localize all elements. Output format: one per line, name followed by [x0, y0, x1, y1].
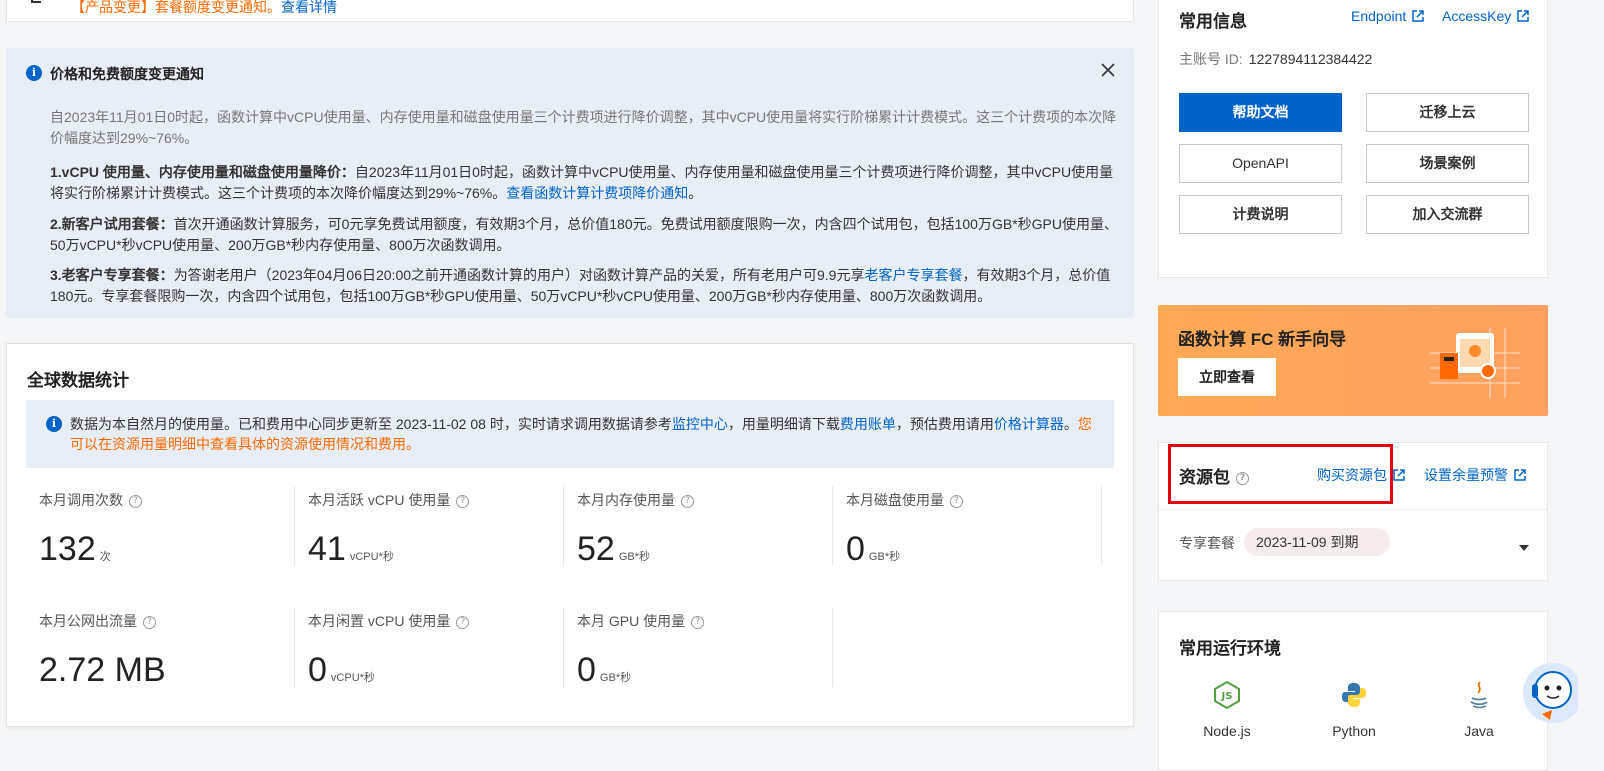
- price-calculator-link[interactable]: 价格计算器: [994, 416, 1064, 432]
- notice-intro: 自2023年11月01日0时起，函数计算中vCPU使用量、内存使用量和磁盘使用量…: [50, 109, 1117, 146]
- metric-egress: 本月公网出流量? 2.72 MB: [39, 613, 166, 689]
- runtime-java[interactable]: Java: [1439, 680, 1519, 739]
- monitor-center-link[interactable]: 监控中心: [672, 416, 728, 432]
- help-icon[interactable]: ?: [691, 615, 705, 629]
- scenario-cases-button[interactable]: 场景案例: [1366, 144, 1529, 183]
- package-label: 专享套餐: [1179, 535, 1235, 551]
- help-icon[interactable]: ?: [1236, 472, 1249, 486]
- java-icon: [1470, 681, 1488, 709]
- svg-text:JS: JS: [1221, 691, 1233, 702]
- python-icon: [1342, 683, 1366, 707]
- notice-item-1: 1.vCPU 使用量、内存使用量和磁盘使用量降价：自2023年11月01日0时起…: [50, 164, 1114, 201]
- stats-title: 全球数据统计: [27, 371, 129, 390]
- billing-link[interactable]: 费用账单: [840, 416, 896, 432]
- accesskey-link[interactable]: AccessKey: [1442, 8, 1529, 24]
- metric-active-vcpu: 本月活跃 vCPU 使用量? 41 vCPU*秒: [308, 490, 576, 570]
- runtime-card: 常用运行环境 JS Node.js Python Java: [1158, 611, 1548, 771]
- migrate-button[interactable]: 迁移上云: [1366, 93, 1529, 132]
- chevron-down-icon[interactable]: [1519, 545, 1529, 551]
- common-info-title: 常用信息: [1179, 12, 1247, 31]
- help-icon[interactable]: ?: [950, 494, 963, 508]
- help-icon[interactable]: ?: [681, 494, 694, 508]
- beginner-guide-banner: 函数计算 FC 新手向导 立即查看: [1158, 305, 1548, 416]
- help-docs-button[interactable]: 帮助文档: [1179, 93, 1342, 132]
- close-icon[interactable]: [1100, 62, 1116, 78]
- external-link-icon: [1514, 469, 1526, 481]
- product-change-card: 【产品变更】套餐额度变更通知。查看详情: [6, 0, 1134, 22]
- runtime-title: 常用运行环境: [1179, 639, 1281, 658]
- metric-invocations: 本月调用次数? 132 次: [39, 490, 307, 570]
- nodejs-icon: JS: [1214, 680, 1240, 710]
- join-group-button[interactable]: 加入交流群: [1366, 195, 1529, 234]
- global-stats-card: 全球数据统计 i 数据为本自然月的使用量。已和费用中心同步更新至 2023-11…: [6, 343, 1134, 727]
- buy-resource-pack-link[interactable]: 购买资源包: [1317, 465, 1405, 485]
- notice-icon: [31, 0, 41, 3]
- help-icon[interactable]: ?: [456, 615, 470, 629]
- resource-pack-title: 资源包?: [1179, 463, 1249, 488]
- openapi-button[interactable]: OpenAPI: [1179, 144, 1342, 183]
- set-balance-alert-link[interactable]: 设置余量预警: [1424, 465, 1526, 485]
- external-link-icon: [1517, 10, 1529, 22]
- guide-illustration-icon: [1430, 328, 1520, 398]
- help-icon[interactable]: ?: [456, 494, 470, 508]
- runtime-python[interactable]: Python: [1314, 680, 1394, 739]
- price-notice: i 价格和免费额度变更通知 自2023年11月01日0时起，函数计算中vCPU使…: [6, 48, 1134, 318]
- external-link-icon: [1412, 10, 1425, 22]
- stats-info-text: 数据为本自然月的使用量。已和费用中心同步更新至 2023-11-02 08 时，…: [70, 416, 1092, 452]
- external-link-icon: [1393, 469, 1405, 481]
- endpoint-link[interactable]: Endpoint: [1351, 8, 1425, 24]
- resource-pack-card: 资源包? 购买资源包 设置余量预警 专享套餐 2023-11-09 到期: [1158, 442, 1548, 581]
- stats-info-bar: i 数据为本自然月的使用量。已和费用中心同步更新至 2023-11-02 08 …: [26, 400, 1114, 468]
- info-icon: i: [46, 416, 62, 432]
- notice-item-3: 3.老客户专享套餐：为答谢老用户（2023年04月06日20:00之前开通函数计…: [50, 267, 1111, 304]
- notice-title: 价格和免费额度变更通知: [50, 66, 204, 82]
- metric-memory: 本月内存使用量? 52 GB*秒: [577, 490, 845, 570]
- common-info-card: 常用信息 Endpoint AccessKey 主账号 ID: 122789411…: [1158, 0, 1548, 278]
- metric-disk: 本月磁盘使用量? 0 GB*秒: [846, 490, 1114, 570]
- help-icon[interactable]: ?: [129, 494, 142, 508]
- notice-item-2: 2.新客户试用套餐：首次开通函数计算服务，可0元享免费试用额度，有效期3个月，总…: [50, 216, 1118, 253]
- billing-info-button[interactable]: 计费说明: [1179, 195, 1342, 234]
- view-details-link[interactable]: 查看详情: [281, 0, 337, 15]
- info-icon: i: [26, 65, 42, 81]
- product-change-text: 【产品变更】套餐额度变更通知。查看详情: [71, 0, 337, 15]
- guide-title: 函数计算 FC 新手向导: [1178, 330, 1347, 349]
- runtime-nodejs[interactable]: JS Node.js: [1187, 680, 1267, 739]
- expire-badge: 2023-11-09 到期: [1244, 528, 1390, 556]
- price-cut-notice-link[interactable]: 查看函数计算计费项降价通知: [506, 185, 688, 201]
- metric-idle-vcpu: 本月闲置 vCPU 使用量? 0 vCPU*秒: [308, 611, 576, 691]
- resource-usage-detail-link[interactable]: 资源用量明细: [112, 436, 196, 452]
- account-id: 主账号 ID: 1227894112384422: [1179, 51, 1373, 67]
- assistant-avatar-icon[interactable]: [1518, 658, 1578, 728]
- help-icon[interactable]: ?: [143, 615, 156, 629]
- old-customer-package-link[interactable]: 老客户专享套餐: [864, 267, 962, 283]
- metric-gpu: 本月 GPU 使用量? 0 GB*秒: [577, 611, 845, 691]
- view-now-button[interactable]: 立即查看: [1178, 358, 1276, 396]
